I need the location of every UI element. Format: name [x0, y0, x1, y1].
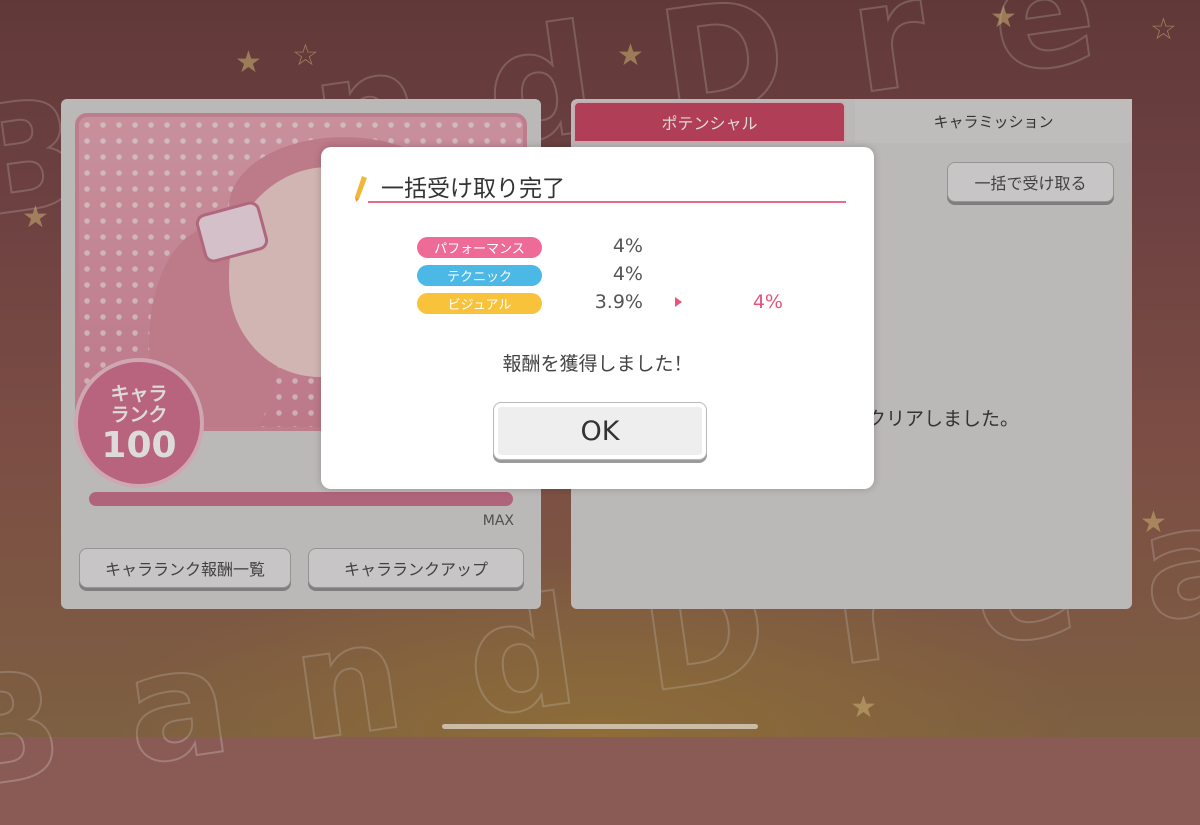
stat-label-performance: パフォーマンス: [417, 237, 542, 258]
dialog-title: 一括受け取り完了: [381, 176, 565, 202]
title-underline: [368, 201, 846, 203]
pencil-icon: [355, 176, 367, 202]
stat-label-visual: ビジュアル: [417, 293, 542, 314]
stat-label-technique: テクニック: [417, 265, 542, 286]
stat-value-performance: 4%: [612, 235, 643, 257]
stat-value-visual: 3.9%: [594, 291, 643, 313]
stat-value-technique: 4%: [612, 263, 643, 285]
reward-message: 報酬を獲得しました！: [502, 353, 693, 375]
home-indicator[interactable]: [442, 724, 758, 729]
bulk-receive-complete-dialog: 一括受け取り完了 パフォーマンス 4% テクニック 4% ビジュアル 3.9% …: [321, 147, 874, 489]
stat-new-value-visual: 4%: [752, 291, 783, 313]
ok-button[interactable]: OK: [493, 402, 707, 460]
arrow-right-icon: [675, 297, 682, 307]
